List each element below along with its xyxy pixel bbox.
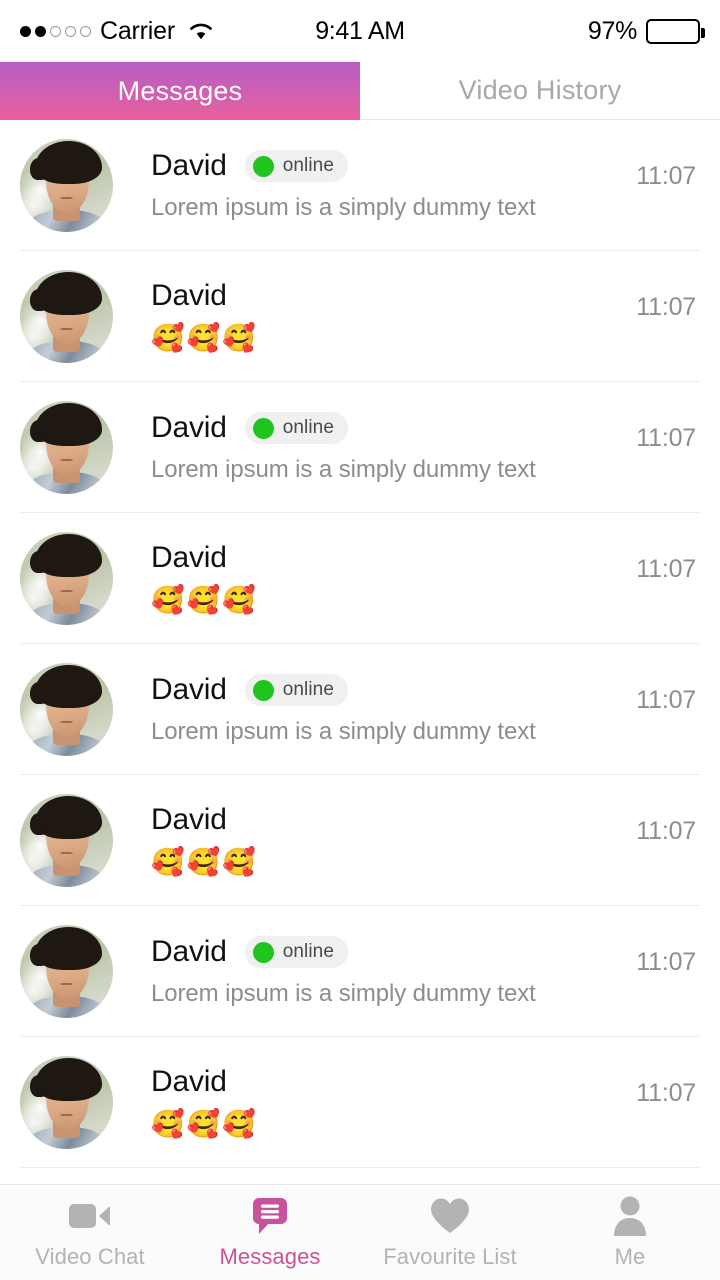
bottom-tab-messages[interactable]: Messages (180, 1195, 360, 1270)
conversation-header: David online (151, 935, 636, 969)
top-tab-bar: Messages Video History (0, 62, 720, 120)
conversation-content: David 🥰🥰🥰 (113, 1065, 636, 1140)
status-badge-label: online (282, 679, 335, 700)
online-dot-icon (252, 941, 274, 963)
message-preview: Lorem ipsum is a simply dummy text (151, 718, 536, 745)
online-dot-icon (252, 155, 274, 177)
conversation-row[interactable]: David online Lorem ipsum is a simply dummy… (0, 382, 720, 513)
conversation-row[interactable]: David online Lorem ipsum is a simply dummy… (0, 644, 720, 775)
avatar (20, 401, 113, 494)
status-bar: Carrier 9:41 AM 97% (0, 0, 720, 62)
message-timestamp: 11:07 (636, 686, 696, 714)
conversation-content: David online Lorem ipsum is a simply dummy… (113, 411, 636, 484)
contact-name: David (151, 149, 227, 182)
contact-name: David (151, 673, 227, 706)
conversation-row[interactable]: David online Lorem ipsum is a simply dummy… (0, 120, 720, 251)
bottom-tab-video-chat[interactable]: Video Chat (0, 1195, 180, 1270)
message-preview: Lorem ipsum is a simply dummy text (151, 194, 536, 221)
tab-messages[interactable]: Messages (0, 62, 360, 120)
conversation-header: David (151, 803, 636, 837)
avatar (20, 270, 113, 363)
tab-video-history-label: Video History (458, 75, 622, 105)
message-preview: Lorem ipsum is a simply dummy text (151, 980, 536, 1007)
online-dot-icon (252, 679, 274, 701)
message-preview: 🥰🥰🥰 (151, 1109, 258, 1139)
avatar (20, 532, 113, 625)
app-screen: Carrier 9:41 AM 97% Messages Video Histo… (0, 0, 720, 1280)
heart-icon (429, 1195, 471, 1237)
message-preview: Lorem ipsum is a simply dummy text (151, 456, 536, 483)
status-badge-label: online (282, 941, 335, 962)
message-timestamp: 11:07 (636, 948, 696, 976)
conversation-content: David 🥰🥰🥰 (113, 279, 636, 354)
avatar (20, 663, 113, 756)
battery-icon (646, 18, 705, 44)
status-badge: online (244, 936, 349, 968)
message-timestamp: 11:07 (636, 293, 696, 321)
bottom-tab-label: Video Chat (35, 1244, 145, 1269)
online-dot-icon (252, 417, 274, 439)
conversation-row[interactable]: David online Lorem ipsum is a simply dummy… (0, 906, 720, 1037)
bottom-tab-label: Me (614, 1244, 646, 1269)
conversation-header: David online (151, 411, 636, 445)
avatar (20, 925, 113, 1018)
status-badge: online (244, 150, 349, 182)
bottom-tab-favourite-list[interactable]: Favourite List (360, 1195, 540, 1270)
video-camera-icon (68, 1195, 112, 1237)
conversation-header: David online (151, 673, 636, 707)
contact-name: David (151, 541, 227, 574)
conversation-row[interactable]: David 🥰🥰🥰 11:07 (0, 251, 720, 382)
avatar (20, 1056, 113, 1149)
message-timestamp: 11:07 (636, 555, 696, 583)
message-timestamp: 11:07 (636, 162, 696, 190)
message-preview: 🥰🥰🥰 (151, 847, 258, 877)
person-icon (612, 1195, 648, 1237)
conversation-list[interactable]: David online Lorem ipsum is a simply dummy… (0, 120, 720, 1184)
conversation-content: David online Lorem ipsum is a simply dummy… (113, 673, 636, 746)
conversation-header: David online (151, 149, 636, 183)
tab-messages-label: Messages (117, 75, 243, 106)
message-preview: 🥰🥰🥰 (151, 323, 258, 353)
message-preview: 🥰🥰🥰 (151, 585, 258, 615)
conversation-header: David (151, 541, 636, 575)
contact-name: David (151, 279, 227, 312)
contact-name: David (151, 1065, 227, 1098)
contact-name: David (151, 803, 227, 836)
bottom-tab-me[interactable]: Me (540, 1195, 720, 1270)
contact-name: David (151, 411, 227, 444)
status-badge: online (244, 412, 349, 444)
battery-percent-label: 97% (587, 16, 637, 45)
status-bar-left: Carrier (20, 17, 214, 46)
bottom-tab-bar: Video Chat Messages Favourite List Me (0, 1184, 720, 1280)
avatar (20, 794, 113, 887)
message-timestamp: 11:07 (636, 817, 696, 845)
status-badge-label: online (282, 417, 335, 438)
status-badge: online (244, 674, 349, 706)
conversation-content: David online Lorem ipsum is a simply dummy… (113, 149, 636, 222)
conversation-row[interactable]: David 🥰🥰🥰 11:07 (0, 775, 720, 906)
bottom-tab-label: Messages (219, 1244, 321, 1269)
contact-name: David (151, 935, 227, 968)
conversation-row[interactable]: David 🥰🥰🥰 11:07 (0, 513, 720, 644)
conversation-content: David 🥰🥰🥰 (113, 541, 636, 616)
signal-strength-icon (20, 25, 91, 37)
conversation-content: David online Lorem ipsum is a simply dummy… (113, 935, 636, 1008)
status-badge-label: online (282, 155, 335, 176)
message-timestamp: 11:07 (636, 424, 696, 452)
wifi-icon (188, 21, 214, 41)
conversation-header: David (151, 279, 636, 313)
message-timestamp: 11:07 (636, 1079, 696, 1107)
conversation-content: David 🥰🥰🥰 (113, 803, 636, 878)
carrier-label: Carrier (100, 16, 175, 45)
avatar (20, 139, 113, 232)
speech-bubble-icon (250, 1195, 290, 1237)
status-bar-right: 97% (587, 16, 705, 46)
conversation-row[interactable]: David 🥰🥰🥰 11:07 (0, 1037, 720, 1168)
conversation-header: David (151, 1065, 636, 1099)
tab-video-history[interactable]: Video History (360, 62, 720, 120)
bottom-tab-label: Favourite List (383, 1244, 517, 1269)
